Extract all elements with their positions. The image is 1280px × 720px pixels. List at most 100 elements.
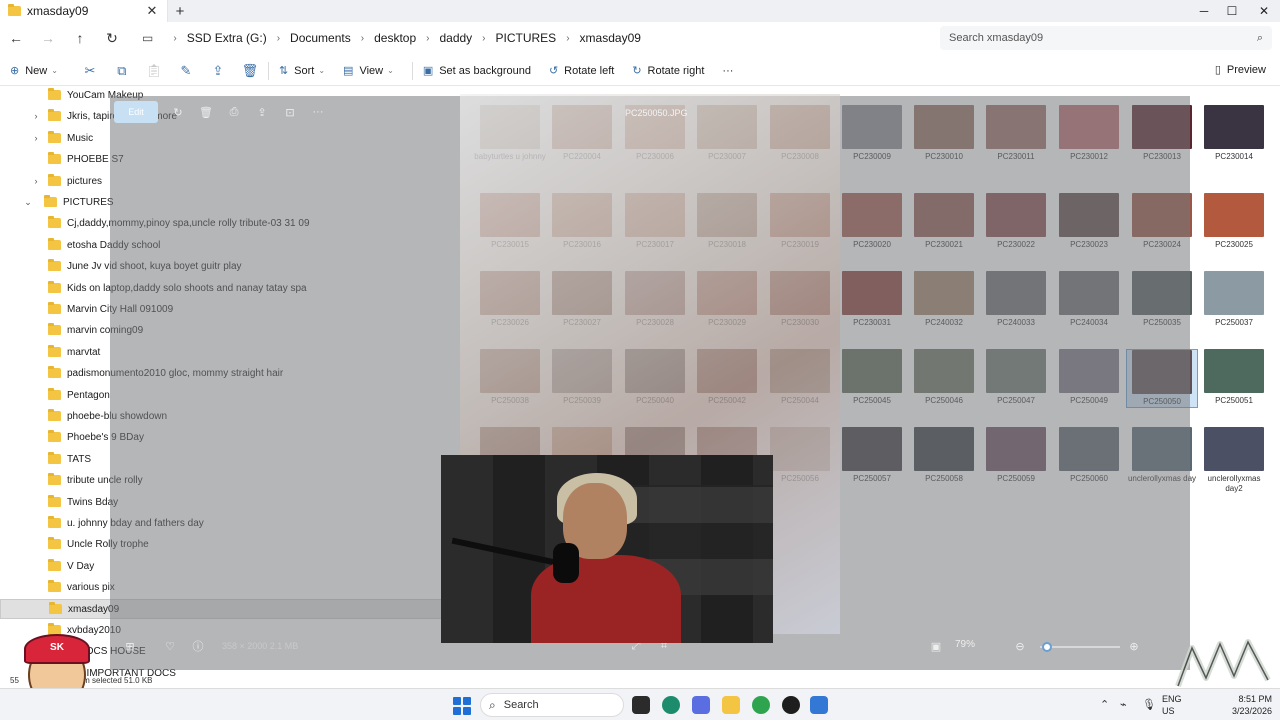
- file-thumbnail[interactable]: PC250051: [1198, 349, 1270, 406]
- share-icon[interactable]: ⇪: [248, 106, 276, 119]
- search-icon: ⌕: [489, 697, 496, 712]
- chevron-down-icon: ⌄: [51, 66, 58, 75]
- thumbnail-image: [1204, 427, 1264, 471]
- nav-item-label: Pentagon: [67, 389, 110, 401]
- rotate-right-button[interactable]: ↻ Rotate right: [632, 64, 705, 78]
- sort-button[interactable]: ⇅ Sort ⌄: [279, 64, 326, 78]
- new-tab-button[interactable]: +: [168, 3, 192, 20]
- divider: [267, 61, 269, 80]
- breadcrumb-xmasday09[interactable]: xmasday09: [580, 31, 641, 45]
- zoom-out-icon[interactable]: ⊖: [1006, 640, 1034, 653]
- breadcrumb[interactable]: ▭ › SSD Extra (G:) › Documents › desktop…: [134, 26, 934, 50]
- breadcrumb-documents[interactable]: Documents: [290, 31, 351, 45]
- close-window-button[interactable]: ✕: [1248, 0, 1280, 22]
- print-icon[interactable]: ⎙: [220, 106, 248, 119]
- folder-icon: [48, 259, 61, 271]
- edit-button[interactable]: Edit: [114, 101, 158, 123]
- folder-icon: [48, 152, 61, 164]
- back-arrow-icon[interactable]: ←: [0, 30, 32, 46]
- taskbar-search[interactable]: ⌕ Search: [480, 693, 624, 717]
- rotate-right-label: Rotate right: [647, 64, 705, 77]
- file-thumbnail[interactable]: PC250037: [1198, 271, 1270, 328]
- tab-close-icon[interactable]: ✕: [145, 3, 159, 19]
- folder-icon: [48, 109, 61, 121]
- chevron-right-icon[interactable]: ›: [30, 111, 42, 121]
- taskbar-search-label: Search: [503, 699, 539, 711]
- obs-app-icon[interactable]: [782, 696, 800, 714]
- new-button[interactable]: ⊕ New ⌄: [10, 64, 58, 78]
- chat-app-icon[interactable]: [752, 696, 770, 714]
- zoom-slider[interactable]: [1040, 642, 1120, 652]
- chevron-down-icon: ⌄: [318, 66, 326, 75]
- delete-icon[interactable]: 🗑︎: [192, 106, 220, 119]
- copy-icon[interactable]: ⧉: [108, 63, 136, 79]
- new-label: New: [25, 64, 48, 77]
- copilot-app-icon[interactable]: [692, 696, 710, 714]
- microphone-icon[interactable]: 🎙︎: [1142, 698, 1156, 711]
- sort-label: Sort: [294, 64, 315, 77]
- language-bottom: US: [1162, 706, 1175, 716]
- webcam-overlay: [441, 455, 773, 643]
- logo-cap: SK: [24, 634, 90, 664]
- file-thumbnail[interactable]: PC230025: [1198, 193, 1270, 250]
- thumbnail-image: [1204, 271, 1264, 315]
- breadcrumb-pictures[interactable]: PICTURES: [496, 31, 557, 45]
- tab-xmasday09[interactable]: xmasday09 ✕: [0, 0, 168, 22]
- forward-arrow-icon[interactable]: →: [32, 30, 64, 46]
- folder-icon: [48, 88, 61, 100]
- file-thumbnail[interactable]: PC230014: [1198, 105, 1270, 162]
- folder-icon: [48, 216, 61, 228]
- collection-icon[interactable]: ⊞: [116, 640, 144, 653]
- chevron-up-icon[interactable]: ⌃: [1100, 698, 1109, 711]
- paste-icon[interactable]: 📋︎: [140, 63, 168, 79]
- start-windows-icon[interactable]: [453, 697, 471, 715]
- view-button[interactable]: ▤ View ⌄: [343, 64, 394, 78]
- rename-icon[interactable]: ✎: [172, 63, 200, 79]
- folder-icon: [48, 366, 61, 378]
- divider: [411, 61, 413, 80]
- chevron-right-icon[interactable]: ›: [30, 176, 42, 186]
- file-explorer-icon[interactable]: [722, 696, 740, 714]
- search-box[interactable]: Search xmasday09 ⌕: [940, 26, 1272, 50]
- file-manager-app-icon[interactable]: [632, 696, 650, 714]
- favorite-heart-icon[interactable]: ♡: [156, 640, 184, 653]
- share-icon[interactable]: ⇪: [204, 63, 232, 79]
- maximize-button[interactable]: ☐: [1216, 0, 1248, 22]
- chevron-down-icon[interactable]: ⌄: [22, 197, 34, 208]
- more-options-button[interactable]: ···: [722, 65, 733, 77]
- edge-browser-icon[interactable]: [662, 696, 680, 714]
- breadcrumb-desktop[interactable]: desktop: [374, 31, 416, 45]
- zoom-slider-knob[interactable]: [1042, 642, 1052, 652]
- photos-app-icon[interactable]: [810, 696, 828, 714]
- cut-icon[interactable]: ✂: [76, 63, 104, 79]
- zoom-level[interactable]: 79%: [955, 639, 975, 650]
- delete-icon[interactable]: 🗑︎: [236, 63, 264, 79]
- rotate-left-button[interactable]: ↺ Rotate left: [549, 64, 615, 78]
- file-thumbnail[interactable]: unclerollyxmas day2: [1198, 427, 1270, 494]
- open-with-icon[interactable]: ⊡: [276, 106, 304, 119]
- network-icon[interactable]: ⌁: [1120, 698, 1127, 711]
- folder-icon: [8, 4, 21, 16]
- folder-icon: [48, 430, 61, 442]
- chevron-right-icon: ›: [276, 32, 281, 44]
- up-arrow-icon[interactable]: ↑: [64, 30, 96, 46]
- set-as-background-button[interactable]: ▣ Set as background: [422, 64, 531, 78]
- zoom-in-icon[interactable]: ⊕: [1120, 640, 1148, 653]
- chevron-right-icon: ›: [482, 32, 486, 44]
- breadcrumb-daddy[interactable]: daddy: [439, 31, 472, 45]
- chevron-right-icon[interactable]: ›: [30, 133, 42, 143]
- fit-window-icon[interactable]: ▣: [922, 640, 950, 653]
- preview-button[interactable]: ▯ Preview: [1215, 63, 1266, 77]
- rotate-icon[interactable]: ↻: [164, 106, 192, 119]
- view-label: View: [359, 64, 384, 77]
- breadcrumb-drive[interactable]: SSD Extra (G:): [187, 31, 267, 45]
- background-icon: ▣: [422, 65, 434, 77]
- more-icon[interactable]: ···: [304, 106, 332, 118]
- nav-item-label: marvtat: [67, 346, 101, 358]
- file-name: PC250051: [1215, 396, 1253, 405]
- search-input[interactable]: Search xmasday09: [949, 32, 1257, 44]
- info-icon[interactable]: ⓘ: [184, 638, 212, 654]
- refresh-icon[interactable]: ↻: [96, 30, 128, 47]
- taskbar: ⌕ Search ⌃ ⌁ 🎙︎ ENG US 8:51 PM 3/23/2026: [0, 688, 1280, 720]
- rotate-left-label: Rotate left: [564, 64, 615, 77]
